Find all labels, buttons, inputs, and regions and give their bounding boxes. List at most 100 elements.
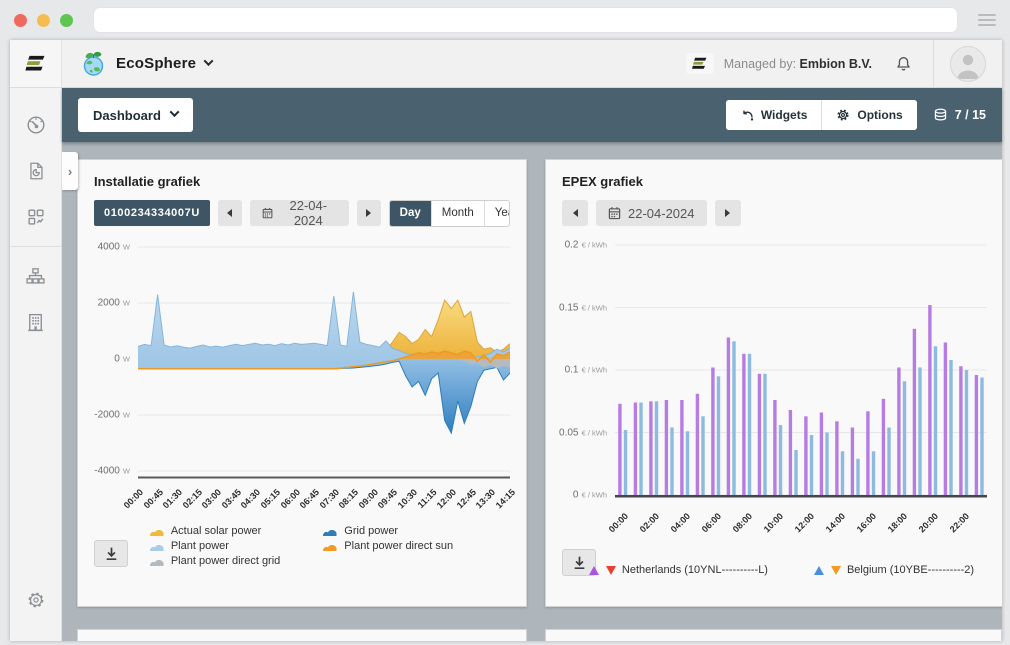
header-right: Managed by: Embion B.V. [686,40,1002,87]
sidebar-item-dashboard[interactable] [10,102,62,148]
installation-footer: Actual solar powerPlant powerPlant power… [94,525,510,567]
calendar-icon [262,206,273,220]
range-tabs: Day Month Year [389,200,510,227]
arrow-right-icon [725,209,730,217]
legend-item: Plant power direct sun [322,540,453,552]
sidebar [10,88,62,641]
next-date-button[interactable] [357,200,381,226]
managed-by-value: Embion B.V. [800,57,872,71]
layers-stack-icon [933,108,948,123]
triangle-down-icon [606,566,616,575]
sidebar-item-widgets[interactable] [10,194,62,240]
widgets-grid-icon [25,206,47,228]
calendar-icon [608,206,621,220]
epex-x-axis: 00:0002:0004:0006:0008:0010:0012:0014:00… [615,503,987,545]
widgets-share-icon [740,108,754,122]
navbar-right: Widgets Options [726,100,986,130]
panel-expander[interactable]: › [62,152,78,190]
gear-icon [836,108,850,122]
managed-by-text: Managed by: Embion B.V. [724,57,872,71]
area-marker-icon [322,526,338,537]
gauge-icon [24,113,48,137]
epex-footer: Netherlands (10YNL----------L) Belgium (1… [562,549,987,576]
widget-partial [545,629,1002,641]
sidebar-item-reports[interactable] [10,148,62,194]
gear-icon [25,589,47,611]
bell-icon [894,54,913,74]
legend-item: Grid power [322,525,453,537]
maximize-window-button[interactable] [60,14,73,27]
report-document-icon [25,159,47,183]
sidebar-item-sitemap[interactable] [10,253,62,299]
navbar-button-group: Widgets Options [726,100,917,130]
epex-controls: 22-04-2024 [562,200,987,226]
legend-item: Plant power direct grid [149,555,280,567]
prev-date-button[interactable] [562,200,588,226]
epex-legend: Netherlands (10YNL----------L) Belgium (1… [589,564,974,576]
brand-dropdown[interactable]: EcoSphere [62,50,212,78]
date-picker-button[interactable]: 22-04-2024 [596,200,707,226]
sidebar-item-buildings[interactable] [10,299,62,345]
address-bar[interactable] [93,7,958,33]
notifications-button[interactable] [894,54,913,74]
epex-y-axis: 0.2 € / kWh0.15 € / kWh0.1 € / kWh0.05 €… [562,239,615,503]
widgets-button[interactable]: Widgets [726,100,822,130]
arrow-left-icon [573,209,578,217]
date-picker-button[interactable]: 22-04-2024 [250,200,349,226]
content-column: Dashboard Widgets [62,88,1002,641]
legend-item: Belgium (10YBE----------2) [814,564,974,576]
tab-month[interactable]: Month [431,201,484,226]
window-frame: EcoSphere Managed by: Embion B.V. [0,40,1010,645]
legend-item: Plant power [149,540,280,552]
embion-mark-icon [692,57,708,70]
building-icon [24,311,47,334]
legend-item: Netherlands (10YNL----------L) [589,564,768,576]
next-widgets-row [77,629,1002,641]
download-icon [572,555,587,570]
browser-chrome [0,0,1010,40]
chevron-down-icon [204,56,214,66]
dashboard-content: › Installatie grafiek 0100234334007U [62,142,1002,641]
person-icon [951,47,985,81]
options-label: Options [857,108,902,122]
app-header: EcoSphere Managed by: Embion B.V. [10,40,1002,88]
tab-year[interactable]: Year [484,201,510,226]
widget-partial [77,629,527,641]
date-value: 22-04-2024 [280,198,337,228]
epex-graph-widget: EPEX grafiek [545,159,1002,607]
embion-logo[interactable] [10,40,62,87]
tab-day[interactable]: Day [390,201,431,226]
browser-menu-icon[interactable] [978,14,996,26]
prev-date-button[interactable] [218,200,242,226]
area-marker-icon [149,556,165,567]
sidebar-item-settings[interactable] [10,577,62,623]
brand-name: EcoSphere [116,55,196,72]
managed-by-logo [686,53,714,74]
triangle-up-icon [589,566,599,575]
sitemap-icon [24,265,47,288]
widgets-row: Installatie grafiek 0100234334007U [77,159,1002,607]
installation-legend: Actual solar powerPlant powerPlant power… [149,525,453,567]
installation-plot: 00:0000:4501:3002:1503:0003:4504:3005:15… [138,239,510,521]
widget-title: Installatie grafiek [94,174,510,189]
dashboard-dropdown[interactable]: Dashboard [78,98,193,132]
arrow-right-icon [366,209,371,217]
widget-title: EPEX grafiek [562,174,987,189]
widgets-label: Widgets [761,108,808,122]
triangle-up-icon [814,566,824,575]
widget-counter-value: 7 / 15 [955,108,986,122]
next-date-button[interactable] [715,200,741,226]
installation-x-axis: 00:0000:4501:3002:1503:0003:4504:3005:15… [138,479,510,521]
installation-graph-widget: Installatie grafiek 0100234334007U [77,159,527,607]
installation-y-axis: 4000 W2000 W0 W-2000 W-4000 W [94,239,138,479]
device-serial-badge[interactable]: 0100234334007U [94,200,210,226]
installation-controls: 0100234334007U [94,200,510,226]
installation-chart-area: 4000 W2000 W0 W-2000 W-4000 W 00:0000:45… [94,239,510,521]
download-button[interactable] [94,540,128,567]
area-marker-icon [149,541,165,552]
close-window-button[interactable] [14,14,27,27]
options-button[interactable]: Options [821,100,916,130]
dashboard-label: Dashboard [93,108,161,123]
minimize-window-button[interactable] [37,14,50,27]
user-avatar[interactable] [950,46,986,82]
